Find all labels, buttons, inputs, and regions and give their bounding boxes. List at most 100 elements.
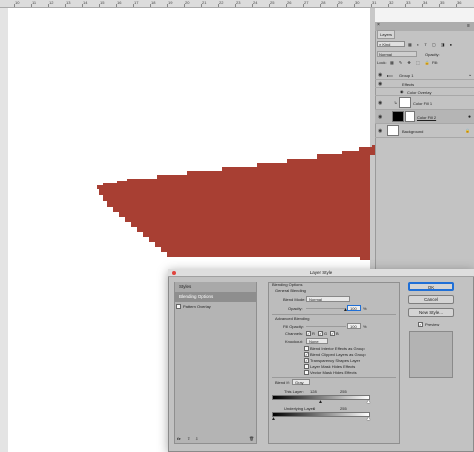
underlying-gradient-slider[interactable] bbox=[272, 412, 370, 417]
ruler-tick bbox=[337, 4, 338, 7]
ruler-tick bbox=[133, 4, 134, 7]
ruler-label: 19 bbox=[168, 0, 173, 5]
ruler-tick bbox=[235, 4, 236, 7]
this-layer-black-handle[interactable]: ▲ bbox=[318, 400, 323, 405]
ok-button[interactable]: OK bbox=[408, 282, 454, 291]
ruler-label: 35 bbox=[440, 0, 445, 5]
tab-layers[interactable]: Layers bbox=[377, 30, 396, 39]
layer-thumbnail bbox=[399, 97, 411, 108]
channel-b-label: B bbox=[336, 331, 339, 336]
fx-collapse-icon[interactable]: ⌄ bbox=[468, 72, 472, 78]
effects-label: Effects bbox=[402, 82, 415, 87]
layer-name: Group 1 bbox=[399, 73, 414, 78]
clip-arrow-icon: ↳ bbox=[394, 100, 398, 105]
move-up-icon[interactable]: ⇧ bbox=[187, 436, 190, 441]
style-item-pattern-overlay[interactable]: Pattern Overlay bbox=[176, 304, 257, 310]
ruler-tick bbox=[422, 4, 423, 7]
blend-clipped-checkbox[interactable]: ✓ bbox=[304, 352, 309, 357]
ruler-label: 34 bbox=[423, 0, 428, 5]
close-dialog-icon[interactable] bbox=[172, 271, 176, 275]
opacity-input[interactable]: 100 bbox=[347, 305, 361, 311]
percent-label: % bbox=[363, 306, 367, 311]
fill-opacity-slider[interactable] bbox=[306, 326, 346, 327]
fx-badge-icon: ● bbox=[468, 114, 472, 120]
layer-effect-color-overlay[interactable]: ◉ Color Overlay bbox=[375, 88, 474, 96]
style-item-blending-options[interactable]: Blending Options bbox=[175, 292, 256, 302]
fill-label: Fill: bbox=[432, 60, 439, 65]
layer-name: Color Fill 1 bbox=[413, 101, 433, 106]
channel-g-checkbox[interactable]: ✓ bbox=[318, 331, 323, 336]
ruler-label: 30 bbox=[355, 0, 360, 5]
fill-opacity-input[interactable]: 100 bbox=[347, 323, 361, 329]
layer-filter-select[interactable]: ⌕ Kind bbox=[377, 41, 405, 47]
vector-mask-hides-label: Vector Mask Hides Effects bbox=[310, 370, 357, 375]
ruler-label: 32 bbox=[389, 0, 394, 5]
ruler-tick bbox=[65, 4, 66, 7]
visibility-eye-icon[interactable]: ◉ bbox=[378, 72, 382, 78]
search-icon: ⌕ bbox=[379, 42, 382, 47]
fx-icon[interactable]: fx bbox=[177, 436, 181, 441]
layer-row-background[interactable]: ◉ Background 🔒 bbox=[375, 124, 474, 138]
ruler-tick bbox=[405, 4, 406, 7]
blending-options-title: Blending Options bbox=[272, 282, 303, 287]
layer-name: Background bbox=[402, 129, 424, 134]
knockout-label: Knockout: bbox=[285, 339, 303, 344]
preview-checkbox[interactable]: ✓ bbox=[418, 322, 423, 327]
blend-mode-select[interactable]: Normal bbox=[306, 296, 350, 302]
ruler-label: 23 bbox=[236, 0, 241, 5]
close-panel-icon[interactable]: × bbox=[377, 22, 380, 28]
divider bbox=[272, 377, 396, 378]
ruler-label: 17 bbox=[134, 0, 139, 5]
lock-icons[interactable]: ▦ ✎ ✥ ⬚ 🔒 bbox=[390, 60, 432, 65]
underlying-white-handle[interactable]: ▲ bbox=[366, 417, 371, 422]
pattern-overlay-checkbox[interactable] bbox=[176, 304, 181, 309]
ruler-tick bbox=[388, 4, 389, 7]
visibility-eye-icon[interactable]: ◉ bbox=[400, 89, 404, 94]
underlying-black-handle[interactable]: ▲ bbox=[271, 417, 276, 422]
ruler-label: 21 bbox=[202, 0, 207, 5]
vector-mask-hides-checkbox[interactable] bbox=[304, 370, 309, 375]
panel-menu-icon[interactable]: ≡ bbox=[467, 23, 470, 29]
visibility-eye-icon[interactable]: ◉ bbox=[378, 100, 382, 106]
ruler-label: 22 bbox=[219, 0, 224, 5]
effect-name: Color Overlay bbox=[407, 90, 432, 95]
channel-b-checkbox[interactable]: ✓ bbox=[330, 331, 335, 336]
vertical-ruler bbox=[0, 8, 8, 452]
this-layer-label: This Layer: bbox=[284, 389, 304, 394]
ruler-tick bbox=[150, 4, 151, 7]
opacity-slider[interactable] bbox=[306, 308, 346, 309]
ruler-tick bbox=[456, 4, 457, 7]
ruler-tick bbox=[320, 4, 321, 7]
ruler-label: 13 bbox=[66, 0, 71, 5]
preview-label: Preview bbox=[425, 322, 440, 327]
delete-effect-icon[interactable]: 🗑 bbox=[249, 436, 254, 441]
general-blending-title: General Blending bbox=[275, 288, 306, 293]
move-down-icon[interactable]: ⇩ bbox=[195, 436, 198, 441]
channel-r-checkbox[interactable]: ✓ bbox=[306, 331, 311, 336]
this-layer-white-handle[interactable]: ▲ bbox=[366, 400, 371, 405]
visibility-eye-icon[interactable]: ◉ bbox=[378, 81, 382, 87]
layer-filter-icons[interactable]: ▦ ◐ T ▢ ◨ ● bbox=[408, 42, 472, 47]
transparency-shapes-checkbox[interactable]: ✓ bbox=[304, 358, 309, 363]
horizontal-ruler: 10 11 12 13 14 15 16 17 18 19 20 21 22 23 24 25 26 27 28 29… bbox=[0, 0, 474, 8]
ruler-tick bbox=[31, 4, 32, 7]
blend-mode-select[interactable]: Normal bbox=[377, 51, 417, 57]
new-style-button[interactable]: New Style... bbox=[408, 308, 454, 317]
ruler-tick bbox=[439, 4, 440, 7]
cancel-button[interactable]: Cancel bbox=[408, 295, 454, 304]
knockout-select[interactable]: None bbox=[306, 338, 328, 344]
layer-effects-row[interactable]: ◉ Effects bbox=[375, 80, 474, 88]
layer-row-group[interactable]: ◉ ▸▭ Group 1 ⌄ bbox=[375, 71, 474, 80]
visibility-eye-icon[interactable]: ◉ bbox=[378, 114, 382, 120]
underlying-layer-label: Underlying Layer: bbox=[284, 406, 316, 411]
ruler-label: 28 bbox=[321, 0, 326, 5]
blend-interior-checkbox[interactable] bbox=[304, 346, 309, 351]
ruler-label: 15 bbox=[100, 0, 105, 5]
layer-mask-hides-checkbox[interactable] bbox=[304, 364, 309, 369]
layer-row-color-fill-2[interactable]: ◉ Color Fill 2 ● bbox=[375, 110, 474, 124]
layer-row-color-fill-1[interactable]: ◉ ↳ Color Fill 1 bbox=[375, 96, 474, 110]
red-fill-shape[interactable] bbox=[97, 145, 375, 260]
visibility-eye-icon[interactable]: ◉ bbox=[378, 128, 382, 134]
blend-if-select[interactable]: Gray bbox=[292, 379, 310, 385]
ruler-label: 10 bbox=[15, 0, 20, 5]
